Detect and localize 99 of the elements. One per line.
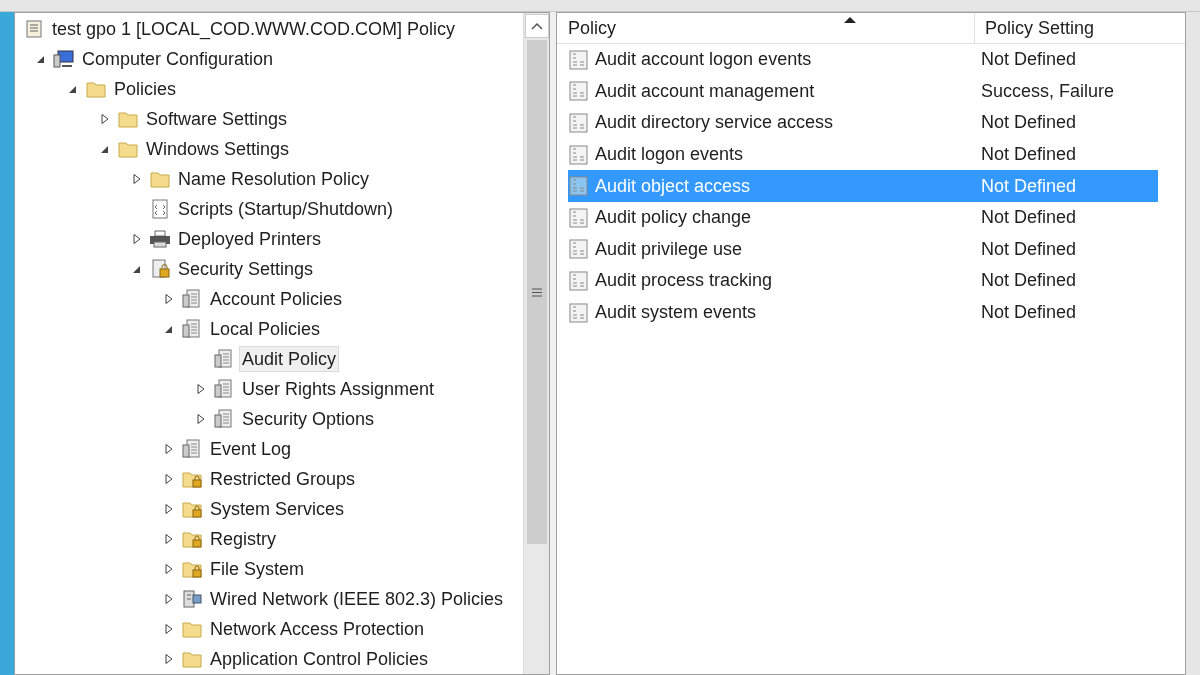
policy-sheet-icon: [181, 289, 203, 309]
audit-policy-icon: [568, 270, 590, 291]
tree-item[interactable]: Event Log: [207, 436, 295, 462]
tree-item[interactable]: Account Policies: [207, 286, 346, 312]
policy-name: Audit account management: [595, 79, 816, 103]
security-icon: [149, 259, 171, 279]
scroll-up-icon[interactable]: [524, 14, 549, 38]
tree-item[interactable]: Wired Network (IEEE 802.3) Policies: [207, 586, 507, 612]
audit-policy-icon: [568, 113, 590, 133]
policy-sheet-icon: [181, 319, 203, 339]
tree-item[interactable]: Windows Settings: [143, 136, 293, 162]
tree-item[interactable]: Security Options: [239, 406, 378, 432]
collapsed-arrow-icon[interactable]: [163, 653, 175, 665]
table-row[interactable]: Audit privilege use Not Defined: [568, 233, 1158, 266]
computer-icon: [53, 49, 75, 69]
tree-item[interactable]: Registry: [207, 526, 279, 552]
policy-name: Audit system events: [595, 301, 758, 325]
folder-icon: [181, 649, 203, 669]
collapsed-arrow-icon[interactable]: [163, 533, 175, 545]
policy-setting: Not Defined: [981, 111, 1077, 135]
locked-folder-icon: [181, 529, 203, 549]
table-row[interactable]: Audit account management Success, Failure: [568, 75, 1158, 108]
folder-icon: [117, 139, 139, 159]
scrollbar[interactable]: [523, 13, 549, 674]
column-header[interactable]: Policy Setting: [975, 13, 1185, 43]
tree-item[interactable]: Audit Policy: [239, 346, 340, 372]
policy-sheet-icon: [213, 349, 235, 369]
table-row[interactable]: Audit process tracking Not Defined: [568, 265, 1158, 297]
table-row[interactable]: Audit system events Not Defined: [568, 296, 1158, 329]
collapsed-arrow-icon[interactable]: [163, 473, 175, 485]
collapsed-arrow-icon[interactable]: [195, 413, 207, 425]
collapsed-arrow-icon[interactable]: [163, 623, 175, 635]
tree-item[interactable]: Deployed Printers: [175, 226, 325, 252]
collapsed-arrow-icon[interactable]: [163, 443, 175, 455]
collapsed-arrow-icon[interactable]: [131, 173, 143, 185]
policy-sheet-icon: [181, 439, 203, 459]
scroll-thumb[interactable]: [526, 40, 547, 544]
network-icon: [181, 589, 203, 609]
collapsed-arrow-icon[interactable]: [131, 233, 143, 245]
policy-setting: Not Defined: [981, 48, 1077, 72]
tree-item[interactable]: Local Policies: [207, 316, 324, 342]
folder-icon: [149, 169, 171, 189]
tree-item[interactable]: test gpo 1 [LOCAL_COD.WWW.COD.COM] Policy: [49, 16, 459, 42]
script-icon: [149, 199, 171, 219]
policy-setting: Not Defined: [981, 269, 1077, 293]
folder-icon: [85, 79, 107, 99]
collapsed-arrow-icon[interactable]: [99, 113, 111, 125]
tree-item[interactable]: Scripts (Startup/Shutdown): [175, 196, 397, 222]
table-row[interactable]: Audit directory service access Not Defined: [568, 107, 1158, 139]
policy-setting: Not Defined: [981, 237, 1077, 261]
locked-folder-icon: [181, 559, 203, 579]
collapsed-arrow-icon[interactable]: [195, 383, 207, 395]
audit-policy-icon: [568, 176, 590, 197]
tree-item[interactable]: Security Settings: [175, 256, 317, 282]
sort-ascending-icon: [844, 16, 856, 23]
policy-sheet-icon: [213, 409, 235, 429]
policy-name: Audit privilege use: [595, 237, 744, 261]
audit-policy-icon: [568, 49, 590, 70]
policy-name: Audit process tracking: [595, 269, 774, 293]
tree-item[interactable]: Computer Configuration: [79, 46, 277, 72]
table-row[interactable]: Audit logon events Not Defined: [568, 138, 1158, 171]
tree-item[interactable]: User Rights Assignment: [239, 376, 438, 402]
policy-name: Audit object access: [595, 174, 752, 198]
policy-name: Audit logon events: [595, 143, 745, 167]
collapsed-arrow-icon[interactable]: [163, 503, 175, 515]
collapsed-arrow-icon[interactable]: [163, 593, 175, 605]
policy-setting: Not Defined: [981, 206, 1077, 230]
policy-setting: Not Defined: [981, 143, 1077, 167]
tree-item[interactable]: Application Control Policies: [207, 646, 432, 672]
tree-item[interactable]: Policies: [111, 76, 180, 102]
folder-icon: [117, 109, 139, 129]
locked-folder-icon: [181, 499, 203, 519]
tree-item[interactable]: System Services: [207, 496, 348, 522]
tree-item[interactable]: File System: [207, 556, 308, 582]
printer-icon: [149, 229, 171, 249]
folder-icon: [181, 619, 203, 639]
policy-name: Audit policy change: [595, 206, 753, 230]
policy-setting: Success, Failure: [981, 79, 1115, 103]
tree-item[interactable]: Software Settings: [143, 106, 291, 132]
collapsed-arrow-icon[interactable]: [163, 293, 175, 305]
tree-item[interactable]: Name Resolution Policy: [175, 166, 373, 192]
table-row[interactable]: Audit account logon events Not Defined: [568, 44, 1158, 76]
document-icon: [23, 19, 45, 39]
audit-policy-icon: [568, 207, 590, 228]
table-row[interactable]: Audit policy change Not Defined: [568, 201, 1158, 234]
tree-item[interactable]: Restricted Groups: [207, 466, 359, 492]
policy-name: Audit account logon events: [595, 48, 813, 72]
audit-policy-icon: [568, 239, 590, 260]
policy-setting: Not Defined: [981, 301, 1077, 325]
collapsed-arrow-icon[interactable]: [163, 563, 175, 575]
grip-icon: [531, 287, 542, 297]
tree-item[interactable]: Network Access Protection: [207, 616, 428, 642]
policy-setting: Not Defined: [981, 174, 1077, 198]
audit-policy-icon: [568, 144, 590, 165]
policy-sheet-icon: [213, 379, 235, 399]
audit-policy-icon: [568, 81, 590, 102]
audit-policy-icon: [568, 302, 590, 323]
locked-folder-icon: [181, 469, 203, 489]
policy-name: Audit directory service access: [595, 111, 835, 135]
